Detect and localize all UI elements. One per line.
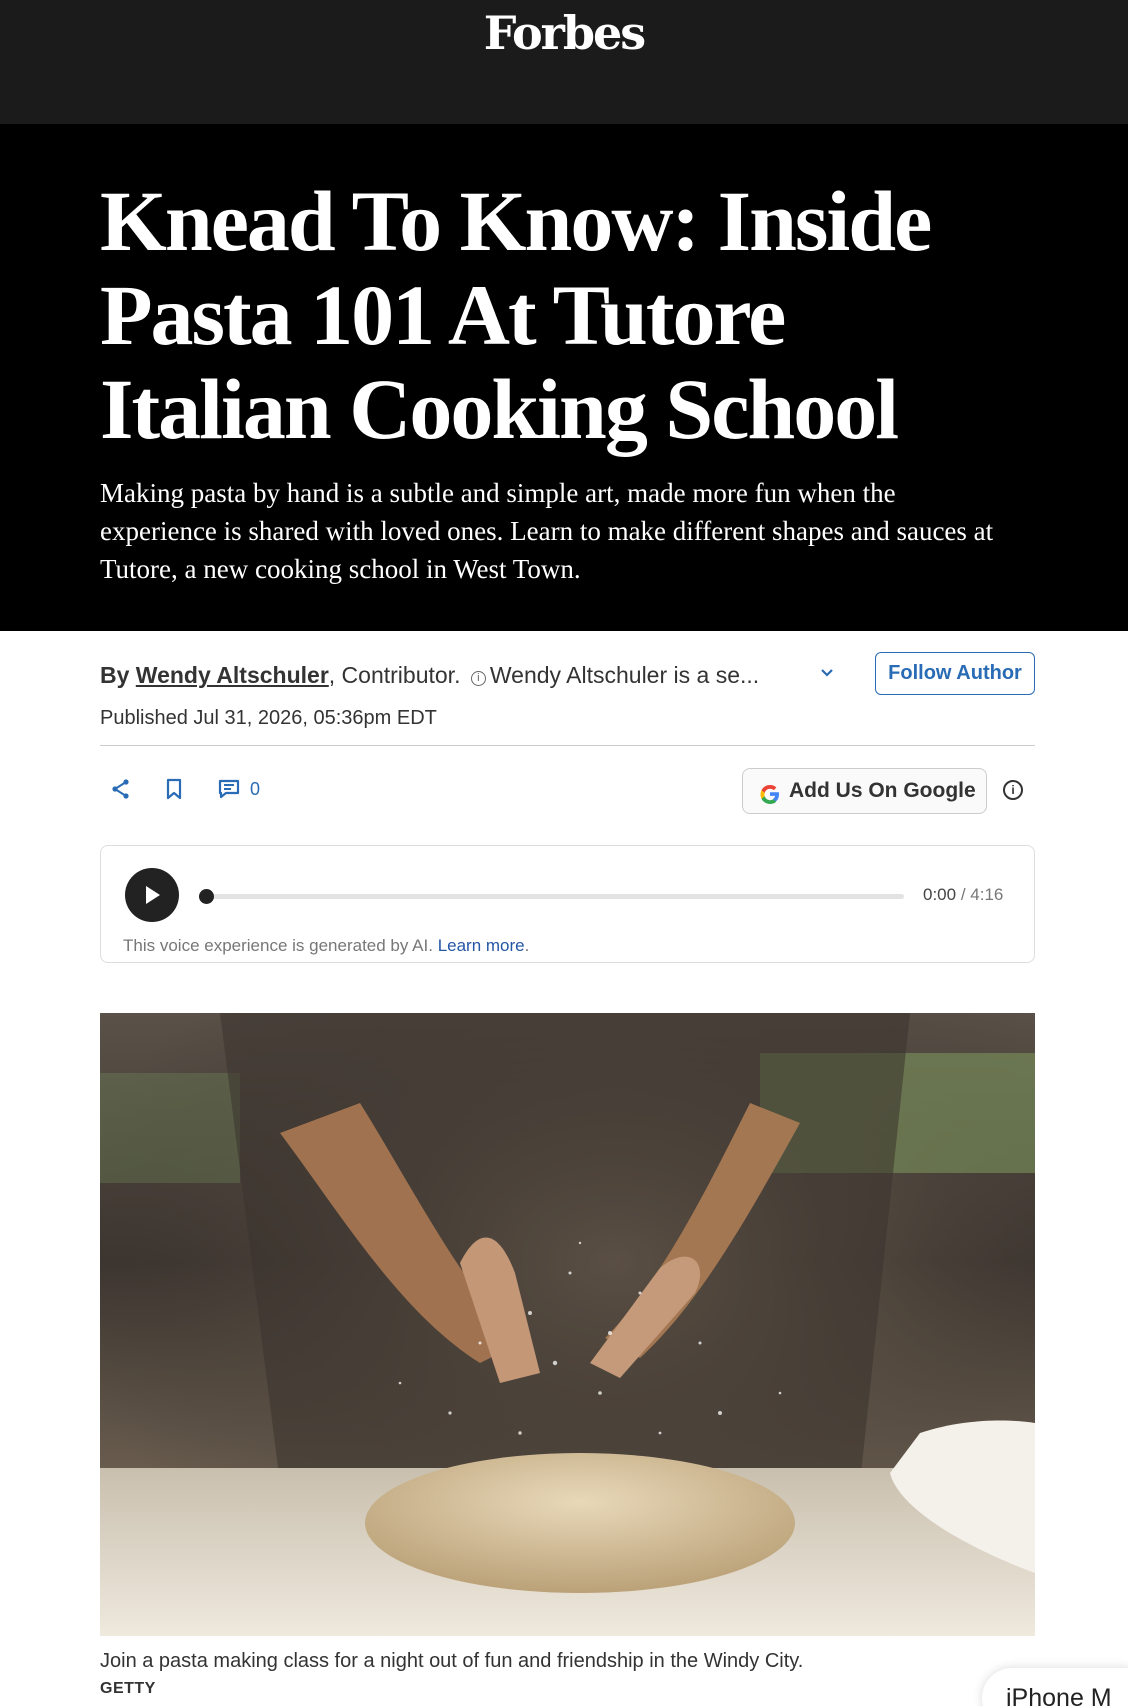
audio-player: 0:00 / 4:16 This voice experience is gen…	[100, 845, 1035, 963]
divider	[100, 745, 1035, 746]
bookmark-icon[interactable]	[163, 778, 187, 802]
publish-date: Published Jul 31, 2026, 05:36pm EDT	[100, 707, 437, 729]
audio-scrubber-handle[interactable]	[199, 889, 214, 904]
audio-duration: 4:16	[970, 885, 1004, 904]
share-icon[interactable]	[110, 778, 134, 802]
author-link[interactable]: Wendy Altschuler	[136, 662, 329, 688]
article-photo	[100, 1013, 1035, 1636]
google-g-icon	[757, 779, 783, 805]
audio-time-separator: /	[956, 885, 971, 904]
audio-time: 0:00 / 4:16	[923, 885, 1003, 905]
article-actions: 0 Add Us On Google i	[100, 766, 1035, 816]
forbes-logo[interactable]: Forbes	[0, 6, 1128, 60]
ai-voice-note-text: This voice experience is generated by AI…	[123, 936, 433, 955]
learn-more-link[interactable]: Learn more	[438, 936, 525, 955]
info-icon[interactable]: i	[1003, 780, 1023, 800]
top-navigation-bar: Forbes	[0, 0, 1128, 124]
article-hero: Knead To Know: Inside Pasta 101 At Tutor…	[0, 124, 1128, 631]
article-dek: Making pasta by hand is a subtle and sim…	[100, 478, 994, 584]
audio-progress-track[interactable]	[199, 889, 904, 904]
article-headline: Knead To Know: Inside Pasta 101 At Tutor…	[100, 173, 932, 457]
chevron-down-icon[interactable]	[820, 662, 834, 683]
add-us-on-google-button[interactable]: Add Us On Google	[742, 768, 987, 814]
byline-by: By	[100, 662, 130, 688]
play-button[interactable]	[125, 868, 179, 922]
ai-voice-note: This voice experience is generated by AI…	[123, 936, 529, 956]
author-role: , Contributor.	[328, 662, 461, 688]
info-icon: i	[470, 671, 486, 686]
photo-credit: GETTY	[100, 1680, 156, 1697]
follow-author-button[interactable]: Follow Author	[875, 652, 1035, 695]
author-bio-teaser: Wendy Altschuler is a se...	[489, 662, 760, 688]
play-icon	[146, 886, 160, 904]
comment-icon[interactable]	[218, 778, 242, 802]
byline-text: By Wendy Altschuler, Contributor. i Wendy…	[100, 662, 759, 689]
dough-photo-illustration	[100, 1013, 1035, 1636]
comment-count[interactable]: 0	[250, 779, 260, 800]
promo-pill[interactable]: iPhone M	[982, 1668, 1128, 1706]
ai-voice-note-end: .	[524, 936, 530, 955]
add-us-on-google-label: Add Us On Google	[789, 779, 976, 802]
photo-caption: Join a pasta making class for a night ou…	[100, 1650, 804, 1672]
audio-current-time: 0:00	[923, 885, 957, 904]
byline: By Wendy Altschuler, Contributor. i Wendy…	[100, 652, 1035, 700]
